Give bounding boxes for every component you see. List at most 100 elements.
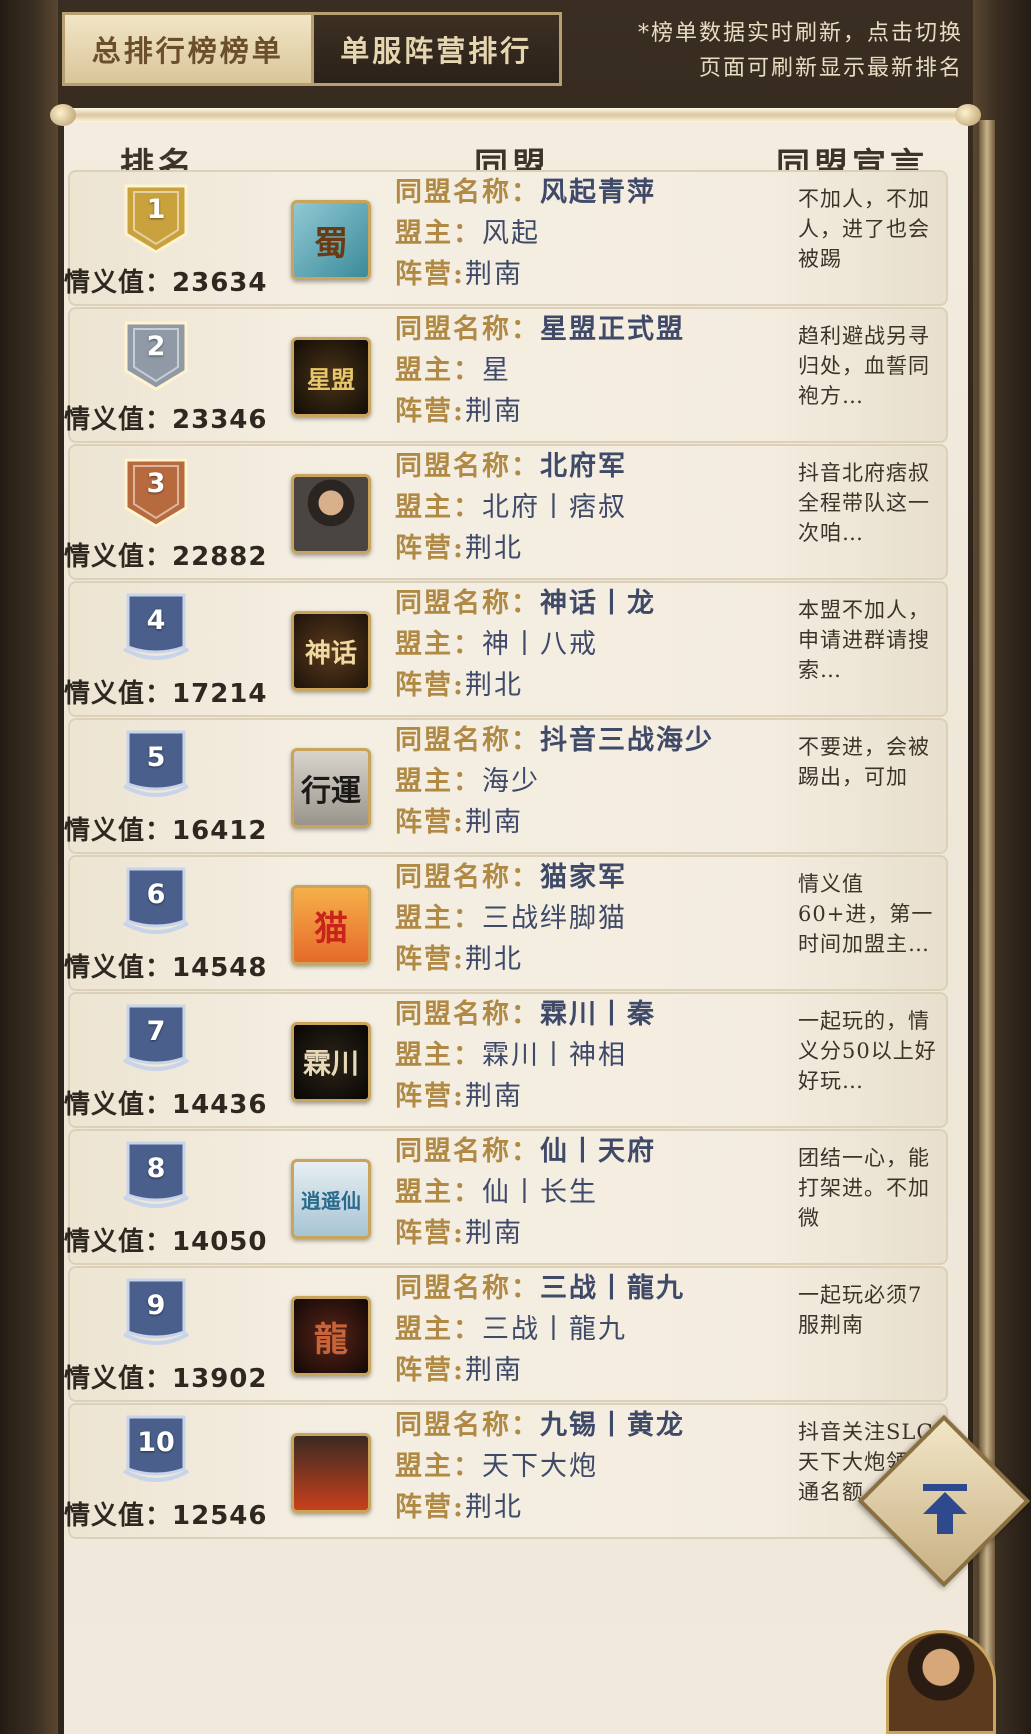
shenhua-emblem-icon[interactable]: 神话 xyxy=(291,611,371,691)
alliance-declaration: 团结一心，能打架进。不加微 xyxy=(798,1146,930,1230)
camp-label: 阵营: xyxy=(395,259,465,290)
score-value: 13902 xyxy=(172,1364,268,1394)
leader-name: 三战绊脚猫 xyxy=(482,903,627,934)
rank-number: 9 xyxy=(146,1290,166,1321)
alliance-name-label: 同盟名称： xyxy=(395,177,540,208)
xiaoyao-emblem-icon[interactable]: 逍遥仙 xyxy=(291,1159,371,1239)
alliance-name[interactable]: 三战丨龍九 xyxy=(540,1273,685,1304)
alliance-info: 同盟名称：仙丨天府 盟主：仙丨长生 阵营:荆南 xyxy=(395,1131,656,1254)
camp-name: 荆北 xyxy=(464,944,523,975)
alliance-declaration: 一起玩的，情义分50以上好好玩… xyxy=(798,1009,937,1093)
rank-badge: 4 xyxy=(120,591,192,667)
portrait-avatar-icon[interactable] xyxy=(291,474,371,554)
alliance-name[interactable]: 神话丨龙 xyxy=(540,588,656,619)
avatar-text: 猫 xyxy=(314,908,348,949)
camp-line: 阵营:荆南 xyxy=(395,391,685,432)
tab-server-camp-ranking[interactable]: 单服阵营排行 xyxy=(310,15,559,83)
score-label: 情义值： xyxy=(64,542,173,572)
ranking-row[interactable]: 5 情义值：16412 行運 同盟名称：抖音三战海少 盟主：海少 阵营:荆南 不… xyxy=(64,718,948,854)
alliance-name-label: 同盟名称： xyxy=(395,1273,540,1304)
banner-fire-icon[interactable] xyxy=(291,1433,371,1513)
ranking-row[interactable]: 7 情义值：14436 霖川 同盟名称：霖川丨秦 盟主：霖川丨神相 阵营:荆南 … xyxy=(64,992,948,1128)
ranking-row[interactable]: 10 情义值：12546 同盟名称：九锡丨黄龙 盟主：天下大炮 阵营:荆北 抖音… xyxy=(64,1403,948,1539)
alliance-name-label: 同盟名称： xyxy=(395,314,540,345)
rank-number: 3 xyxy=(146,468,166,499)
score-text: 情义值：14050 xyxy=(64,1221,267,1258)
ranking-row[interactable]: 9 情义值：13902 龍 同盟名称：三战丨龍九 盟主：三战丨龍九 阵营:荆南 … xyxy=(64,1266,948,1402)
alliance-name[interactable]: 霖川丨秦 xyxy=(540,999,656,1030)
alliance-name-label: 同盟名称： xyxy=(395,1410,540,1441)
avatar-text: 逍遥仙 xyxy=(301,1188,361,1213)
cat-emblem-icon[interactable]: 猫 xyxy=(291,885,371,965)
alliance-name-label: 同盟名称： xyxy=(395,999,540,1030)
ranking-row[interactable]: 4 情义值：17214 神话 同盟名称：神话丨龙 盟主：神丨八戒 阵营:荆北 本… xyxy=(64,581,948,717)
score-label: 情义值： xyxy=(64,268,173,298)
alliance-name[interactable]: 猫家军 xyxy=(540,862,627,893)
rank-badge: 8 xyxy=(120,1139,192,1215)
calligraphy-emblem-icon[interactable]: 行運 xyxy=(291,748,371,828)
ranking-row[interactable]: 3 情义值：22882 同盟名称：北府军 盟主：北府丨痞叔 阵营:荆北 抖音北府… xyxy=(64,444,948,580)
alliance-declaration: 抖音北府痞叔全程带队这一次咱… xyxy=(798,461,930,545)
tab-bar: 总排行榜榜单 单服阵营排行 xyxy=(62,12,562,86)
alliance-info: 同盟名称：星盟正式盟 盟主：星 阵营:荆南 xyxy=(395,309,685,432)
alliance-info: 同盟名称：风起青萍 盟主：风起 阵营:荆南 xyxy=(395,172,656,295)
leader-label: 盟主： xyxy=(395,355,482,386)
score-value: 14050 xyxy=(172,1227,268,1257)
alliance-name[interactable]: 九锡丨黄龙 xyxy=(540,1410,685,1441)
rank-number: 5 xyxy=(146,742,166,773)
alliance-name-line: 同盟名称：北府军 xyxy=(395,446,627,487)
scroll-rod-cap-left xyxy=(50,104,76,126)
phoenix-emblem-icon[interactable]: 星盟 xyxy=(291,337,371,417)
score-label: 情义值： xyxy=(64,1364,173,1394)
ranking-row[interactable]: 1 情义值：23634 蜀 同盟名称：风起青萍 盟主：风起 阵营:荆南 不加人，… xyxy=(64,170,948,306)
score-label: 情义值： xyxy=(64,1501,173,1531)
score-text: 情义值：23634 xyxy=(64,262,267,299)
alliance-name[interactable]: 风起青萍 xyxy=(540,177,656,208)
camp-label: 阵营: xyxy=(395,1081,465,1112)
camp-label: 阵营: xyxy=(395,1492,465,1523)
alliance-name-label: 同盟名称： xyxy=(395,1136,540,1167)
rank-badge: 3 xyxy=(120,454,192,530)
leader-name: 北府丨痞叔 xyxy=(482,492,627,523)
alliance-name-line: 同盟名称：猫家军 xyxy=(395,857,627,898)
dragon-emblem-icon[interactable]: 龍 xyxy=(291,1296,371,1376)
ranking-row[interactable]: 6 情义值：14548 猫 同盟名称：猫家军 盟主：三战绊脚猫 阵营:荆北 情义… xyxy=(64,855,948,991)
camp-line: 阵营:荆南 xyxy=(395,1076,656,1117)
rank-badge: 7 xyxy=(120,1002,192,1078)
advisor-portrait xyxy=(886,1630,996,1734)
leader-label: 盟主： xyxy=(395,1040,482,1071)
avatar-text: 霖川 xyxy=(302,1047,359,1080)
alliance-info: 同盟名称：三战丨龍九 盟主：三战丨龍九 阵营:荆南 xyxy=(395,1268,685,1391)
leader-name: 天下大炮 xyxy=(482,1451,598,1482)
score-text: 情义值：14436 xyxy=(64,1084,267,1121)
alliance-name[interactable]: 抖音三战海少 xyxy=(540,725,714,756)
alliance-info: 同盟名称：北府军 盟主：北府丨痞叔 阵营:荆北 xyxy=(395,446,627,569)
scroll-rod xyxy=(58,108,973,122)
score-label: 情义值： xyxy=(64,953,173,983)
camp-label: 阵营: xyxy=(395,670,465,701)
leader-name: 三战丨龍九 xyxy=(482,1314,627,1345)
score-label: 情义值： xyxy=(64,679,173,709)
camp-label: 阵营: xyxy=(395,396,465,427)
ranking-row[interactable]: 2 情义值：23346 星盟 同盟名称：星盟正式盟 盟主：星 阵营:荆南 趋利避… xyxy=(64,307,948,443)
alliance-name[interactable]: 星盟正式盟 xyxy=(540,314,685,345)
alliance-name-line: 同盟名称：霖川丨秦 xyxy=(395,994,656,1035)
shu-emblem-icon[interactable]: 蜀 xyxy=(291,200,371,280)
tab-overall-ranking[interactable]: 总排行榜榜单 xyxy=(65,15,311,83)
camp-label: 阵营: xyxy=(395,807,465,838)
alliance-name[interactable]: 北府军 xyxy=(540,451,627,482)
avatar-text: 星盟 xyxy=(307,364,355,394)
score-text: 情义值：23346 xyxy=(64,399,267,436)
leader-line: 盟主：仙丨长生 xyxy=(395,1172,656,1213)
linchuan-emblem-icon[interactable]: 霖川 xyxy=(291,1022,371,1102)
score-label: 情义值： xyxy=(64,1090,173,1120)
leader-label: 盟主： xyxy=(395,629,482,660)
leader-label: 盟主： xyxy=(395,903,482,934)
leader-label: 盟主： xyxy=(395,218,482,249)
score-text: 情义值：17214 xyxy=(64,673,267,710)
score-value: 12546 xyxy=(172,1501,268,1531)
alliance-name[interactable]: 仙丨天府 xyxy=(540,1136,656,1167)
leader-line: 盟主：星 xyxy=(395,350,685,391)
ranking-row[interactable]: 8 情义值：14050 逍遥仙 同盟名称：仙丨天府 盟主：仙丨长生 阵营:荆南 … xyxy=(64,1129,948,1265)
leader-name: 霖川丨神相 xyxy=(482,1040,627,1071)
